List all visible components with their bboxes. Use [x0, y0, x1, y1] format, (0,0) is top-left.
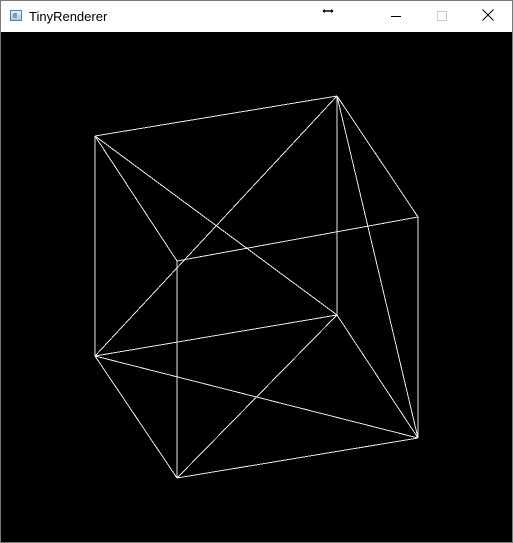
close-icon — [482, 8, 494, 26]
minimize-button[interactable] — [373, 1, 419, 32]
cube-edge — [336, 95, 419, 218]
cube-edge — [94, 314, 338, 357]
cube-edge — [94, 355, 178, 479]
app-window-icon — [10, 10, 22, 21]
cube-diagonal — [176, 314, 338, 479]
cube-edge — [94, 135, 178, 262]
horizontal-resize-cursor-icon — [321, 4, 335, 18]
wireframe-cube — [94, 95, 419, 479]
cube-edge — [336, 314, 419, 439]
cube-edge — [94, 95, 338, 137]
maximize-icon — [437, 8, 447, 26]
cube-edge — [176, 437, 419, 479]
cube-diagonal — [94, 95, 338, 357]
maximize-button[interactable] — [419, 1, 465, 32]
app-window: TinyRenderer — [0, 0, 513, 543]
window-title: TinyRenderer — [29, 9, 108, 24]
title-bar[interactable]: TinyRenderer — [1, 1, 512, 32]
render-canvas[interactable] — [1, 32, 512, 542]
close-button[interactable] — [465, 1, 511, 32]
minimize-icon — [391, 8, 401, 26]
cube-diagonal — [336, 95, 419, 439]
